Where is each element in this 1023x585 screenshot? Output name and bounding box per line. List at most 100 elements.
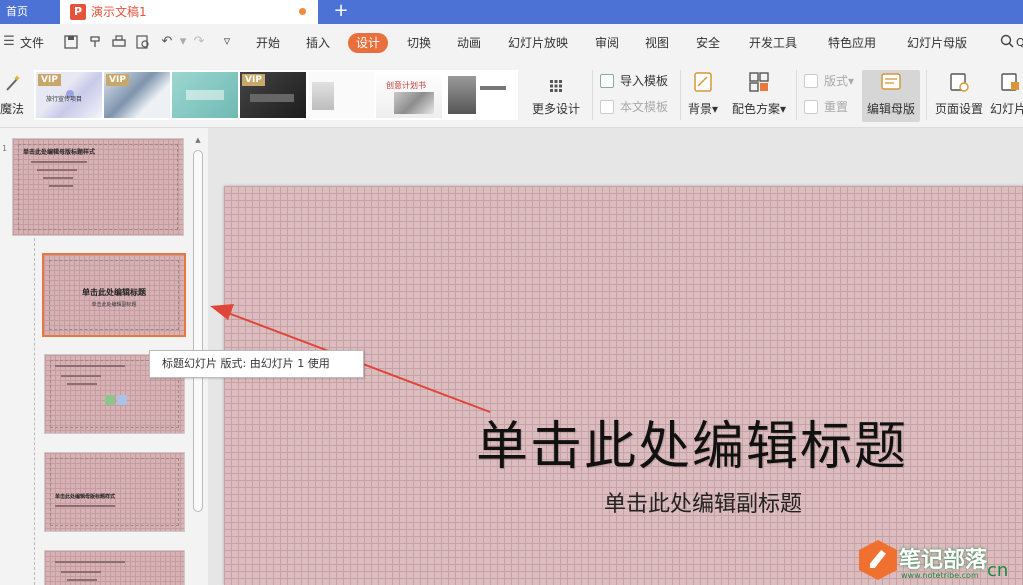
menu-insert[interactable]: 插入 — [306, 33, 330, 53]
thumb-text-line — [49, 185, 73, 187]
page-setup-button[interactable]: 页面设置 — [932, 70, 986, 122]
template-thumb[interactable] — [308, 72, 374, 118]
body-template-icon — [600, 100, 614, 114]
body-template-label: 本文模板 — [620, 100, 669, 114]
layout-label: 版式▾ — [824, 74, 855, 88]
menu-developer[interactable]: 开发工具 — [749, 33, 797, 53]
template-decoration — [448, 76, 476, 114]
placeholder-frame — [50, 458, 179, 526]
document-title: 演示文稿1 — [91, 5, 147, 19]
design-ribbon: 魔法 VIP 旅行宣传项目 VIP VIP 创意计划书 更多设计 导入模板 本文… — [0, 62, 1023, 128]
thumb-subtitle: 单击此处编辑副标题 — [91, 302, 137, 308]
presentation-app-icon: P — [70, 4, 86, 20]
format-painter-icon[interactable] — [88, 35, 102, 49]
slide-size-icon — [1001, 73, 1019, 91]
menu-review[interactable]: 审阅 — [595, 33, 619, 53]
body-template-button[interactable]: 本文模板 — [600, 98, 668, 116]
document-tab-bar: 首页 P 演示文稿1 + — [0, 0, 1023, 24]
reset-label: 重置 — [824, 100, 849, 114]
slide-thumbnail[interactable] — [44, 550, 185, 585]
menu-security[interactable]: 安全 — [696, 33, 720, 53]
placeholder-frame — [18, 144, 178, 230]
menu-view[interactable]: 视图 — [645, 33, 669, 53]
ribbon-separator — [592, 70, 593, 120]
save-icon[interactable] — [64, 35, 78, 49]
menu-file[interactable]: 文件 — [20, 33, 44, 53]
new-tab-button[interactable]: + — [330, 0, 352, 24]
menu-slideshow[interactable]: 幻灯片放映 — [508, 33, 568, 53]
slide-title-placeholder[interactable]: 单击此处编辑标题 — [476, 404, 908, 479]
template-thumb[interactable] — [172, 72, 238, 118]
watermark-url: www.notetribe.com — [901, 571, 979, 580]
edit-master-label: 编辑母版 — [866, 102, 915, 116]
undo-icon[interactable]: ↶ — [160, 35, 174, 49]
thumb-text-line — [61, 571, 101, 573]
menu-slide-master[interactable]: 幻灯片母版 — [907, 33, 967, 53]
thumb-text-line — [55, 365, 125, 367]
template-decoration — [250, 94, 294, 102]
thumb-title: 单击此处编辑母版标题样式 — [23, 149, 96, 156]
template-decoration — [186, 90, 224, 100]
print-icon[interactable] — [112, 35, 126, 49]
undo-dropdown-icon[interactable]: ▾ — [176, 35, 190, 49]
menu-home[interactable]: 开始 — [256, 33, 280, 53]
slide-thumbnail-title-layout[interactable]: 单击此处编辑标题 单击此处编辑副标题 — [42, 253, 186, 337]
template-thumb[interactable]: VIP — [240, 72, 306, 118]
tab-home[interactable]: 首页 — [0, 0, 60, 24]
menu-transitions[interactable]: 切换 — [407, 33, 431, 53]
vip-badge: VIP — [242, 74, 265, 86]
import-template-button[interactable]: 导入模板 — [600, 72, 668, 90]
vip-badge: VIP — [106, 74, 129, 86]
site-watermark: 笔记部落 www.notetribe.com cn — [859, 540, 1023, 585]
layout-button[interactable]: 版式▾ — [804, 72, 854, 90]
ribbon-separator — [680, 70, 681, 120]
slide-subtitle-placeholder[interactable]: 单击此处编辑副标题 — [604, 486, 802, 518]
background-label: 背景▾ — [687, 102, 719, 116]
watermark-suffix: cn — [987, 560, 1009, 581]
thumb-title: 单击此处编辑母版标题样式 — [55, 494, 116, 500]
menu-special-apps[interactable]: 特色应用 — [828, 33, 876, 53]
watermark-logo-icon — [859, 540, 897, 580]
edit-master-icon — [881, 73, 901, 90]
layout-tooltip: 标题幻灯片 版式: 由幻灯片 1 使用 — [149, 350, 364, 378]
magic-wand-icon — [6, 75, 20, 91]
reset-icon — [804, 100, 818, 114]
ribbon-separator — [796, 70, 797, 120]
template-caption: 旅行宣传项目 — [46, 96, 83, 103]
template-thumb[interactable]: VIP 旅行宣传项目 — [36, 72, 102, 118]
tab-document[interactable]: P 演示文稿1 — [60, 0, 318, 24]
wps-presentation-window: 首页 P 演示文稿1 + ☰ 文件 ↶ ▾ ↷ ▿ 开始 插入 设计 切换 动画 — [0, 0, 1023, 585]
slide-thumbnail-master[interactable]: 单击此处编辑母版标题样式 — [12, 138, 184, 236]
slide-size-button[interactable]: 幻灯片 — [990, 70, 1023, 122]
template-thumb[interactable]: VIP — [104, 72, 170, 118]
search-icon[interactable] — [1000, 34, 1014, 48]
slide-thumbnail[interactable]: 单击此处编辑母版标题样式 — [44, 452, 185, 532]
menu-design[interactable]: 设计 — [348, 33, 389, 53]
customize-dropdown-icon[interactable]: ▿ — [220, 35, 234, 49]
reset-button[interactable]: 重置 — [804, 98, 848, 116]
template-decoration — [312, 82, 334, 110]
background-button[interactable]: 背景▾ — [684, 70, 722, 122]
thumb-text-line — [61, 375, 101, 377]
template-thumb[interactable] — [444, 72, 510, 118]
page-setup-label: 页面设置 — [934, 102, 983, 116]
color-scheme-button[interactable]: 配色方案▾ — [728, 70, 790, 122]
magic-button[interactable]: 魔法 — [0, 72, 28, 118]
edit-master-button[interactable]: 编辑母版 — [862, 70, 920, 122]
scroll-up-icon[interactable]: ▲ — [194, 136, 202, 144]
print-preview-icon[interactable] — [136, 35, 150, 49]
more-design-button[interactable]: 更多设计 — [528, 72, 586, 118]
page-setup-icon — [950, 73, 969, 92]
thumb-text-line — [43, 177, 73, 179]
menu-animations[interactable]: 动画 — [457, 33, 481, 53]
redo-icon[interactable]: ↷ — [192, 35, 206, 49]
design-template-gallery: VIP 旅行宣传项目 VIP VIP 创意计划书 — [34, 70, 518, 120]
magic-label: 魔法 — [0, 102, 25, 116]
layout-icon — [804, 74, 818, 88]
hamburger-menu-icon[interactable]: ☰ — [2, 35, 16, 49]
unsaved-dot-icon — [299, 8, 306, 15]
template-thumb[interactable]: 创意计划书 — [376, 72, 442, 118]
template-decoration — [480, 86, 506, 90]
menu-bar: ☰ 文件 ↶ ▾ ↷ ▿ 开始 插入 设计 切换 动画 幻灯片放映 审阅 视图 … — [0, 24, 1023, 62]
color-scheme-label: 配色方案▾ — [731, 102, 787, 116]
